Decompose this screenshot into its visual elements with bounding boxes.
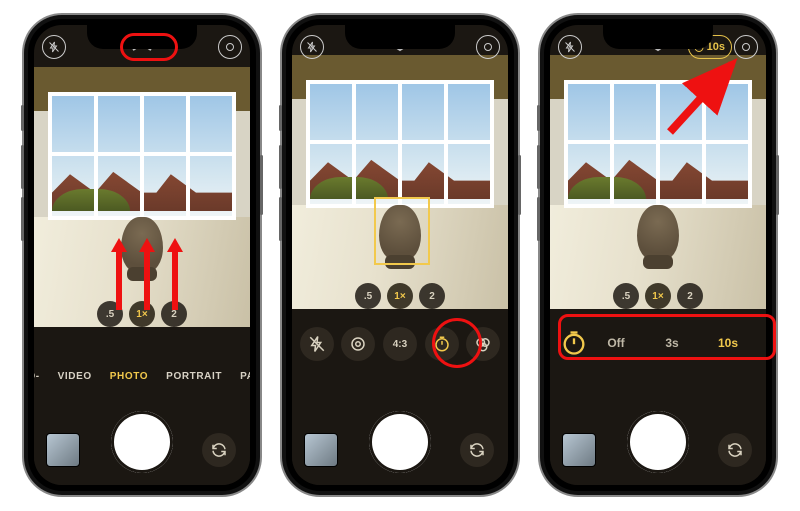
viewfinder[interactable] <box>292 55 508 309</box>
zoom-selector: .51×2 <box>613 283 703 309</box>
mode-video[interactable]: VIDEO <box>58 371 92 393</box>
live-photo-toggle[interactable] <box>734 35 758 59</box>
last-photo-thumbnail[interactable] <box>562 433 596 467</box>
shutter-button[interactable] <box>627 411 689 473</box>
focus-indicator <box>374 197 430 265</box>
capture-mode-strip[interactable]: SLO-MO VIDEO PHOTO PORTRAIT PANO <box>34 371 250 393</box>
phone-step3: 10s .51×2 Off3s10s <box>540 15 776 495</box>
device-notch <box>345 25 455 49</box>
zoom-level-5[interactable]: .5 <box>97 301 123 327</box>
subject-statue <box>637 205 679 261</box>
switch-camera-button[interactable] <box>202 433 236 467</box>
timer-option-10s[interactable]: 10s <box>700 336 756 350</box>
camera-bottom-bar: SLO-MO VIDEO PHOTO PORTRAIT PANO <box>34 357 250 485</box>
timer-duration-selector: Off3s10s <box>560 325 756 361</box>
viewfinder[interactable] <box>34 67 250 327</box>
zoom-level-1x[interactable]: 1× <box>129 301 155 327</box>
zoom-level-1x[interactable]: 1× <box>387 283 413 309</box>
timer-icon <box>560 329 588 357</box>
camera-bottom-bar: Off3s10s <box>550 317 766 485</box>
timer-option-3s[interactable]: 3s <box>644 336 700 350</box>
last-photo-thumbnail[interactable] <box>46 433 80 467</box>
live-photo-toggle[interactable] <box>476 35 500 59</box>
live-photo-toggle[interactable] <box>218 35 242 59</box>
flash-toggle[interactable] <box>300 35 324 59</box>
zoom-level-2[interactable]: 2 <box>419 283 445 309</box>
viewfinder[interactable] <box>550 55 766 309</box>
mode-slo-mo[interactable]: SLO-MO <box>34 371 40 393</box>
camera-bottom-bar: 4:3 <box>292 317 508 485</box>
shutter-button[interactable] <box>369 411 431 473</box>
filters-option[interactable] <box>466 327 500 361</box>
zoom-selector: .51×2 <box>97 301 187 327</box>
timer-option-off[interactable]: Off <box>588 336 644 350</box>
mode-portrait[interactable]: PORTRAIT <box>166 371 222 393</box>
device-notch <box>87 25 197 49</box>
shutter-button[interactable] <box>111 411 173 473</box>
last-photo-thumbnail[interactable] <box>304 433 338 467</box>
camera-options-row: 4:3 <box>292 327 508 361</box>
phone-step2: .51×24:3 <box>282 15 518 495</box>
phone-step1: .51×2 SLO-MO VIDEO PHOTO PORTRAIT PANO <box>24 15 260 495</box>
zoom-level-2[interactable]: 2 <box>677 283 703 309</box>
zoom-level-1x[interactable]: 1× <box>645 283 671 309</box>
switch-camera-button[interactable] <box>718 433 752 467</box>
zoom-selector: .51×2 <box>355 283 445 309</box>
zoom-level-2[interactable]: 2 <box>161 301 187 327</box>
zoom-level-5[interactable]: .5 <box>613 283 639 309</box>
flash-option[interactable] <box>300 327 334 361</box>
subject-statue <box>121 217 163 273</box>
timer-option[interactable] <box>425 327 459 361</box>
flash-toggle[interactable] <box>558 35 582 59</box>
zoom-level-5[interactable]: .5 <box>355 283 381 309</box>
aspect-ratio-option[interactable]: 4:3 <box>383 327 417 361</box>
flash-toggle[interactable] <box>42 35 66 59</box>
mode-photo[interactable]: PHOTO <box>110 371 148 393</box>
switch-camera-button[interactable] <box>460 433 494 467</box>
mode-pano[interactable]: PANO <box>240 371 250 393</box>
device-notch <box>603 25 713 49</box>
live-photo-option[interactable] <box>341 327 375 361</box>
